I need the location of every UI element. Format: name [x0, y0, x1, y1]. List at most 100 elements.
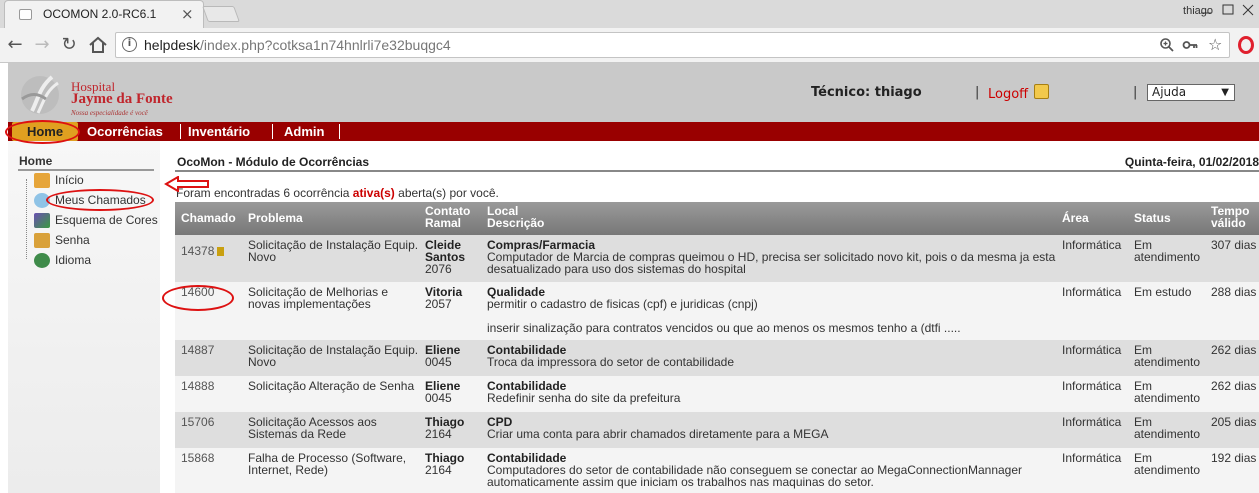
col-problema[interactable]: Problema	[248, 212, 303, 224]
time-cell: 288 dias	[1211, 285, 1257, 299]
maximize-icon[interactable]	[1218, 0, 1238, 20]
col-chamado[interactable]: Chamado	[181, 212, 236, 224]
col-valido-label: válido	[1211, 216, 1246, 230]
sidebar-item-senha[interactable]: Senha	[34, 232, 164, 250]
col-status[interactable]: Status	[1134, 212, 1171, 224]
col-local[interactable]: Local Descrição	[487, 205, 544, 229]
description-text: Computador de Marcia de compras queimou …	[487, 250, 1056, 276]
browser-tab[interactable]: OCOMON 2.0-RC6.1 ×	[4, 0, 204, 28]
ticket-number[interactable]: 15868	[181, 452, 214, 464]
time-cell: 205 dias	[1211, 415, 1257, 429]
ticket-number[interactable]: 15706	[181, 416, 214, 428]
contact-cell: Thiago 2164	[425, 416, 483, 440]
time-cell: 262 dias	[1211, 343, 1257, 357]
menu-admin[interactable]: Admin	[284, 122, 324, 141]
menu-inventario[interactable]: Inventário	[188, 122, 250, 141]
key-icon	[34, 233, 50, 248]
sidebar-item-idioma[interactable]: Idioma	[34, 252, 164, 270]
logoff-key-icon[interactable]	[1034, 84, 1049, 99]
problem-cell: Solicitação de Instalação Equip. Novo	[248, 343, 419, 369]
contact-ramal: 0045	[425, 355, 452, 369]
forward-icon[interactable]: →	[30, 33, 54, 57]
table-row[interactable]: 15868 Falha de Processo (Software, Inter…	[175, 448, 1259, 493]
location-cell: CPD Criar uma conta para abrir chamados d…	[487, 416, 1057, 440]
globe-icon	[34, 253, 50, 268]
site-info-icon[interactable]: i	[122, 37, 137, 52]
ticket-number[interactable]: 14888	[181, 380, 214, 392]
ocomon-app: Hospital Jayme da Fonte Nossa especialid…	[0, 63, 1259, 493]
back-icon[interactable]: ←	[3, 33, 27, 57]
tab-close-icon[interactable]: ×	[181, 5, 194, 23]
problem-cell: Solicitação de Instalação Equip. Novo	[248, 238, 419, 264]
table-row[interactable]: 14600 Solicitação de Melhorias e novas i…	[175, 282, 1259, 340]
opera-icon[interactable]	[1238, 36, 1254, 54]
col-contato[interactable]: Contato Ramal	[425, 205, 470, 229]
col-tempo[interactable]: Tempo válido	[1211, 205, 1249, 229]
problem-cell: Solicitação Acessos aos Sistemas da Rede	[248, 415, 377, 441]
help-select[interactable]: Ajuda ▼	[1147, 84, 1235, 101]
contact-ramal: 2164	[425, 427, 452, 441]
contact-ramal: 0045	[425, 391, 452, 405]
sidebar-item-esquema-de-cores[interactable]: Esquema de Cores	[34, 212, 164, 230]
bookmark-star-icon[interactable]: ☆	[1208, 35, 1222, 54]
minimize-icon[interactable]	[1196, 0, 1216, 20]
problem-cell: Solicitação de Melhorias e novas impleme…	[248, 285, 389, 311]
reload-icon[interactable]: ↻	[57, 33, 81, 57]
contact-name: Cleide Santos	[425, 238, 466, 264]
area-cell: Informática	[1062, 238, 1122, 252]
results-suffix: aberta(s) por você.	[398, 186, 499, 200]
menu-ocorrencias[interactable]: Ocorrências	[87, 122, 163, 141]
description-text: permitir o cadastro de fisicas (cpf) e j…	[487, 297, 758, 311]
window-close-icon[interactable]	[1238, 0, 1258, 20]
ticket-number[interactable]: 14378	[181, 245, 225, 257]
ticket-number[interactable]: 14887	[181, 344, 214, 356]
location-cell: Compras/Farmacia Computador de Marcia de…	[487, 239, 1057, 275]
table-row[interactable]: 14887 Solicitação de Instalação Equip. N…	[175, 340, 1259, 376]
zoom-icon[interactable]	[1159, 37, 1175, 53]
hospital-logo	[21, 75, 59, 114]
annotation-arrow-icon	[164, 176, 209, 192]
sidebar-divider	[18, 169, 154, 171]
home-browser-icon[interactable]	[86, 33, 110, 57]
logoff-link[interactable]: Logoff	[988, 87, 1028, 102]
table-row[interactable]: 14888 Solicitação Alteração de Senha Eli…	[175, 376, 1259, 412]
contact-cell: Thiago 2164	[425, 452, 483, 476]
browser-tabstrip: OCOMON 2.0-RC6.1 × thiago	[0, 0, 1259, 28]
contact-ramal: 2076	[425, 262, 452, 276]
sidebar-item-label: Senha	[55, 233, 90, 247]
problem-cell: Falha de Processo (Software, Internet, R…	[248, 451, 407, 477]
search-icon	[34, 193, 50, 208]
header-separator: |	[1133, 85, 1138, 100]
sidebar-item-meus-chamados[interactable]: Meus Chamados	[34, 192, 164, 210]
area-cell: Informática	[1062, 379, 1122, 393]
help-select-value: Ajuda	[1152, 85, 1187, 99]
sidebar-item-label: Meus Chamados	[55, 193, 146, 207]
current-date: Quinta-feira, 01/02/2018	[1124, 155, 1259, 169]
new-tab-button[interactable]	[202, 6, 240, 22]
tree-line	[26, 179, 27, 259]
area-cell: Informática	[1062, 343, 1122, 357]
ticket-number-text: 14887	[181, 343, 215, 357]
results-summary: Foram encontradas 6 ocorrência ativa(s) …	[176, 186, 499, 200]
menu-divider	[339, 124, 340, 139]
description-text: Redefinir senha do site da prefeitura	[487, 391, 681, 405]
col-ramal-label: Ramal	[425, 216, 462, 230]
url-text[interactable]: helpdesk/index.php?cotksa1n74hnlrli7e32b…	[144, 37, 451, 53]
address-bar[interactable]: i helpdesk/index.php?cotksa1n74hnlrli7e3…	[115, 32, 1230, 58]
table-row[interactable]: 14378 Solicitação de Instalação Equip. N…	[175, 235, 1259, 282]
sidebar-item-inicio[interactable]: Início	[34, 172, 164, 190]
results-highlight: ativa(s)	[352, 186, 395, 200]
status-cell: Em atendimento	[1134, 415, 1201, 441]
palette-icon	[34, 213, 50, 228]
contact-cell: Cleide Santos 2076	[425, 239, 483, 275]
table-row[interactable]: 15706 Solicitação Acessos aos Sistemas d…	[175, 412, 1259, 448]
key-icon[interactable]	[1182, 37, 1198, 53]
status-cell: Em atendimento	[1134, 379, 1201, 405]
home-icon	[34, 173, 50, 188]
location-cell: Contabilidade Computadores do setor de c…	[487, 452, 1057, 488]
description-text: Computadores do setor de contabilidade n…	[487, 463, 1023, 489]
col-area[interactable]: Área	[1062, 212, 1089, 224]
ticket-number[interactable]: 14600	[181, 286, 214, 298]
browser-toolbar: ← → ↻ i helpdesk/index.php?cotksa1n74hnl…	[0, 28, 1259, 63]
menu-home[interactable]: Home	[12, 122, 78, 141]
